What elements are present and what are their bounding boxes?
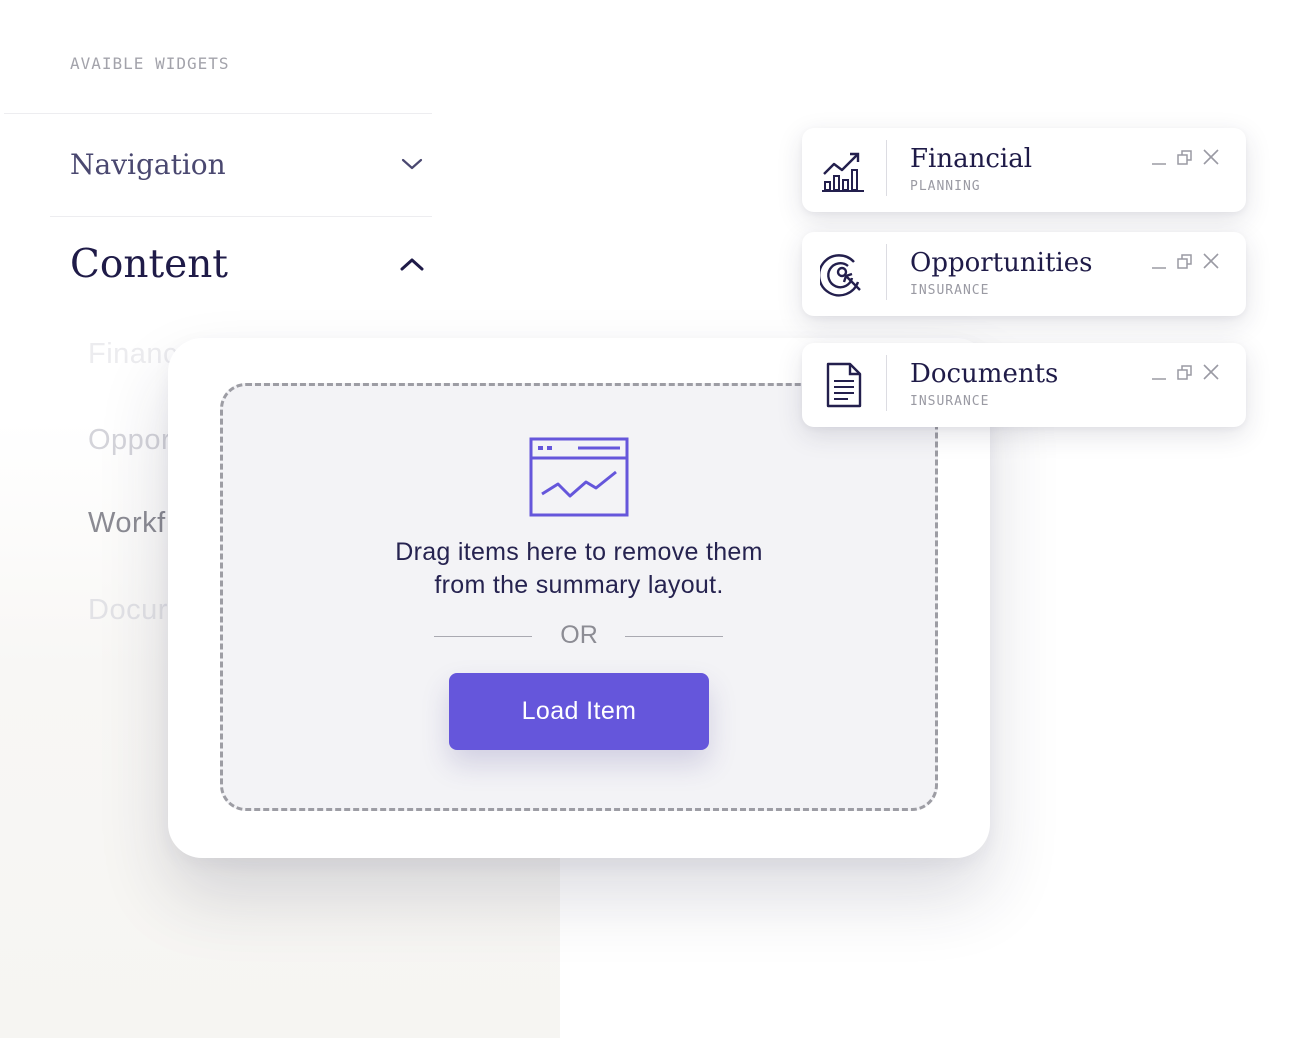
- section-label: AVAIBLE WIDGETS: [70, 54, 230, 73]
- drop-zone-message: from the summary layout.: [434, 571, 724, 599]
- close-icon[interactable]: [1202, 363, 1220, 381]
- widget-title: Documents: [910, 359, 1059, 389]
- divider: [886, 355, 887, 411]
- content-item-financial[interactable]: Financ: [88, 338, 178, 371]
- accordion-navigation[interactable]: Navigation: [70, 140, 425, 188]
- browser-chart-icon: [529, 437, 629, 517]
- widget-subtitle: PLANNING: [910, 179, 981, 194]
- divider: [4, 113, 432, 114]
- chevron-up-icon[interactable]: [399, 251, 425, 277]
- divider: [886, 244, 887, 300]
- document-icon: [826, 362, 862, 408]
- accordion-navigation-title: Navigation: [70, 147, 226, 181]
- content-item-documents[interactable]: Docur: [88, 594, 168, 627]
- separator-line: [625, 636, 723, 637]
- widget-card-opportunities[interactable]: Opportunities INSURANCE: [802, 232, 1246, 316]
- load-item-button[interactable]: Load Item: [449, 673, 709, 750]
- close-icon[interactable]: [1202, 252, 1220, 270]
- chevron-down-icon[interactable]: [399, 151, 425, 177]
- close-icon[interactable]: [1202, 148, 1220, 166]
- accordion-content-title: Content: [70, 241, 228, 287]
- widget-subtitle: INSURANCE: [910, 283, 990, 298]
- divider: [50, 216, 432, 217]
- minimize-icon[interactable]: [1150, 252, 1168, 270]
- widget-title: Financial: [910, 144, 1033, 174]
- accordion-content[interactable]: Content: [70, 236, 425, 292]
- growth-chart-icon: [822, 152, 864, 192]
- restore-icon[interactable]: [1176, 252, 1194, 270]
- restore-icon[interactable]: [1176, 363, 1194, 381]
- minimize-icon[interactable]: [1150, 148, 1168, 166]
- target-cursor-icon: [820, 254, 861, 297]
- separator-line: [434, 636, 532, 637]
- widget-title: Opportunities: [910, 248, 1093, 278]
- or-separator: OR: [560, 621, 598, 649]
- widget-subtitle: INSURANCE: [910, 394, 990, 409]
- content-item-opportunities[interactable]: Oppor: [88, 424, 171, 457]
- widget-card-documents[interactable]: Documents INSURANCE: [802, 343, 1246, 427]
- drop-zone-message: Drag items here to remove them: [395, 538, 763, 566]
- widget-card-financial[interactable]: Financial PLANNING: [802, 128, 1246, 212]
- divider: [886, 140, 887, 196]
- content-item-workflow[interactable]: Workf: [88, 507, 166, 540]
- restore-icon[interactable]: [1176, 148, 1194, 166]
- minimize-icon[interactable]: [1150, 363, 1168, 381]
